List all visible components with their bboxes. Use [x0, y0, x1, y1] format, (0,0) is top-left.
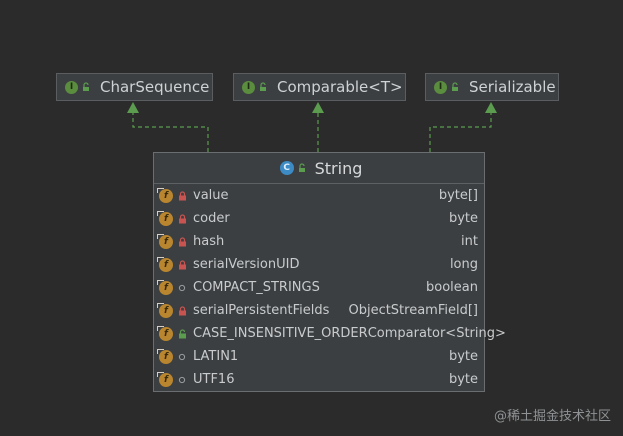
watermark: @稀土掘金技术社区 [493, 409, 611, 424]
connector-serializable [429, 113, 492, 152]
private-lock-icon [177, 259, 187, 270]
private-lock-icon [177, 190, 187, 201]
arrowhead-comparable [312, 102, 324, 113]
field-row-coder[interactable]: f coder byte [154, 207, 484, 230]
field-type: Comparator<String> [367, 326, 506, 341]
field-row-serialpersistentfields[interactable]: f serialPersistentFields ObjectStreamFie… [154, 299, 484, 322]
field-name: serialPersistentFields [193, 303, 330, 318]
interface-icon: I [242, 80, 255, 94]
arrowhead-charsequence [127, 102, 139, 113]
field-badge-letter: f [164, 236, 168, 247]
field-badge-letter: f [164, 259, 168, 270]
field-icon: f [157, 348, 173, 364]
interface-icon: I [65, 80, 78, 94]
field-row-utf16[interactable]: f UTF16 byte [154, 368, 484, 391]
private-lock-icon [177, 305, 187, 316]
public-unlock-icon [177, 328, 187, 339]
field-name: hash [193, 234, 225, 249]
interface-name: Comparable<T> [277, 78, 403, 96]
field-icon: f [157, 187, 173, 203]
field-row-case-insensitive-order[interactable]: f CASE_INSENSITIVE_ORDER Comparator<Stri… [154, 322, 506, 345]
private-lock-icon [177, 236, 187, 247]
package-visibility-icon [177, 352, 187, 362]
field-badge-letter: f [164, 213, 168, 224]
field-icon: f [157, 233, 173, 249]
field-name: UTF16 [193, 372, 235, 387]
class-name: String [314, 158, 363, 178]
field-row-latin1[interactable]: f LATIN1 byte [154, 345, 484, 368]
interface-name: Serializable [469, 78, 556, 96]
connector-charsequence [132, 113, 209, 152]
field-name: value [193, 188, 229, 203]
field-icon: f [157, 256, 173, 272]
field-row-serialversionuid[interactable]: f serialVersionUID long [154, 253, 484, 276]
uml-diagram: I CharSequence I Comparable<T> I Seriali… [0, 0, 623, 436]
package-visibility-icon [177, 283, 187, 293]
private-lock-icon [177, 213, 187, 224]
field-name: coder [193, 211, 230, 226]
field-icon: f [157, 210, 173, 226]
field-type: byte[] [438, 188, 478, 203]
field-type: byte [448, 211, 478, 226]
field-icon: f [157, 302, 173, 318]
interface-serializable[interactable]: I Serializable [425, 73, 559, 101]
field-row-value[interactable]: f value byte[] [154, 184, 484, 207]
class-icon: C [279, 161, 294, 175]
field-type: long [449, 257, 478, 272]
public-unlock-icon [298, 163, 305, 172]
field-row-compact-strings[interactable]: f COMPACT_STRINGS boolean [154, 276, 484, 299]
field-type: int [461, 234, 478, 249]
arrowhead-serializable [485, 102, 497, 113]
field-type: boolean [426, 280, 478, 295]
public-unlock-icon [260, 82, 266, 91]
field-badge-letter: f [164, 305, 168, 316]
interface-comparable[interactable]: I Comparable<T> [233, 73, 406, 101]
field-type: byte [448, 372, 478, 387]
class-header: C String [154, 153, 484, 184]
field-badge-letter: f [164, 190, 168, 201]
field-name: serialVersionUID [193, 257, 300, 272]
field-badge-letter: f [164, 282, 168, 293]
package-visibility-icon [177, 375, 187, 385]
interface-icon: I [434, 80, 447, 94]
field-name: CASE_INSENSITIVE_ORDER [193, 326, 368, 341]
interface-charsequence[interactable]: I CharSequence [56, 73, 213, 101]
interface-name: CharSequence [100, 78, 210, 96]
public-unlock-icon [452, 82, 458, 91]
class-string[interactable]: C String f value byte[] f coder byte f h… [153, 152, 506, 392]
field-name: COMPACT_STRINGS [193, 280, 320, 295]
field-icon: f [157, 325, 173, 341]
field-type: ObjectStreamField[] [348, 303, 478, 318]
public-unlock-icon [83, 82, 89, 91]
field-icon: f [157, 371, 173, 387]
field-badge-letter: f [164, 328, 168, 339]
field-icon: f [157, 279, 173, 295]
field-badge-letter: f [164, 351, 168, 362]
field-row-hash[interactable]: f hash int [154, 230, 484, 253]
field-type: byte [448, 349, 478, 364]
field-badge-letter: f [164, 374, 168, 385]
field-name: LATIN1 [193, 349, 239, 364]
